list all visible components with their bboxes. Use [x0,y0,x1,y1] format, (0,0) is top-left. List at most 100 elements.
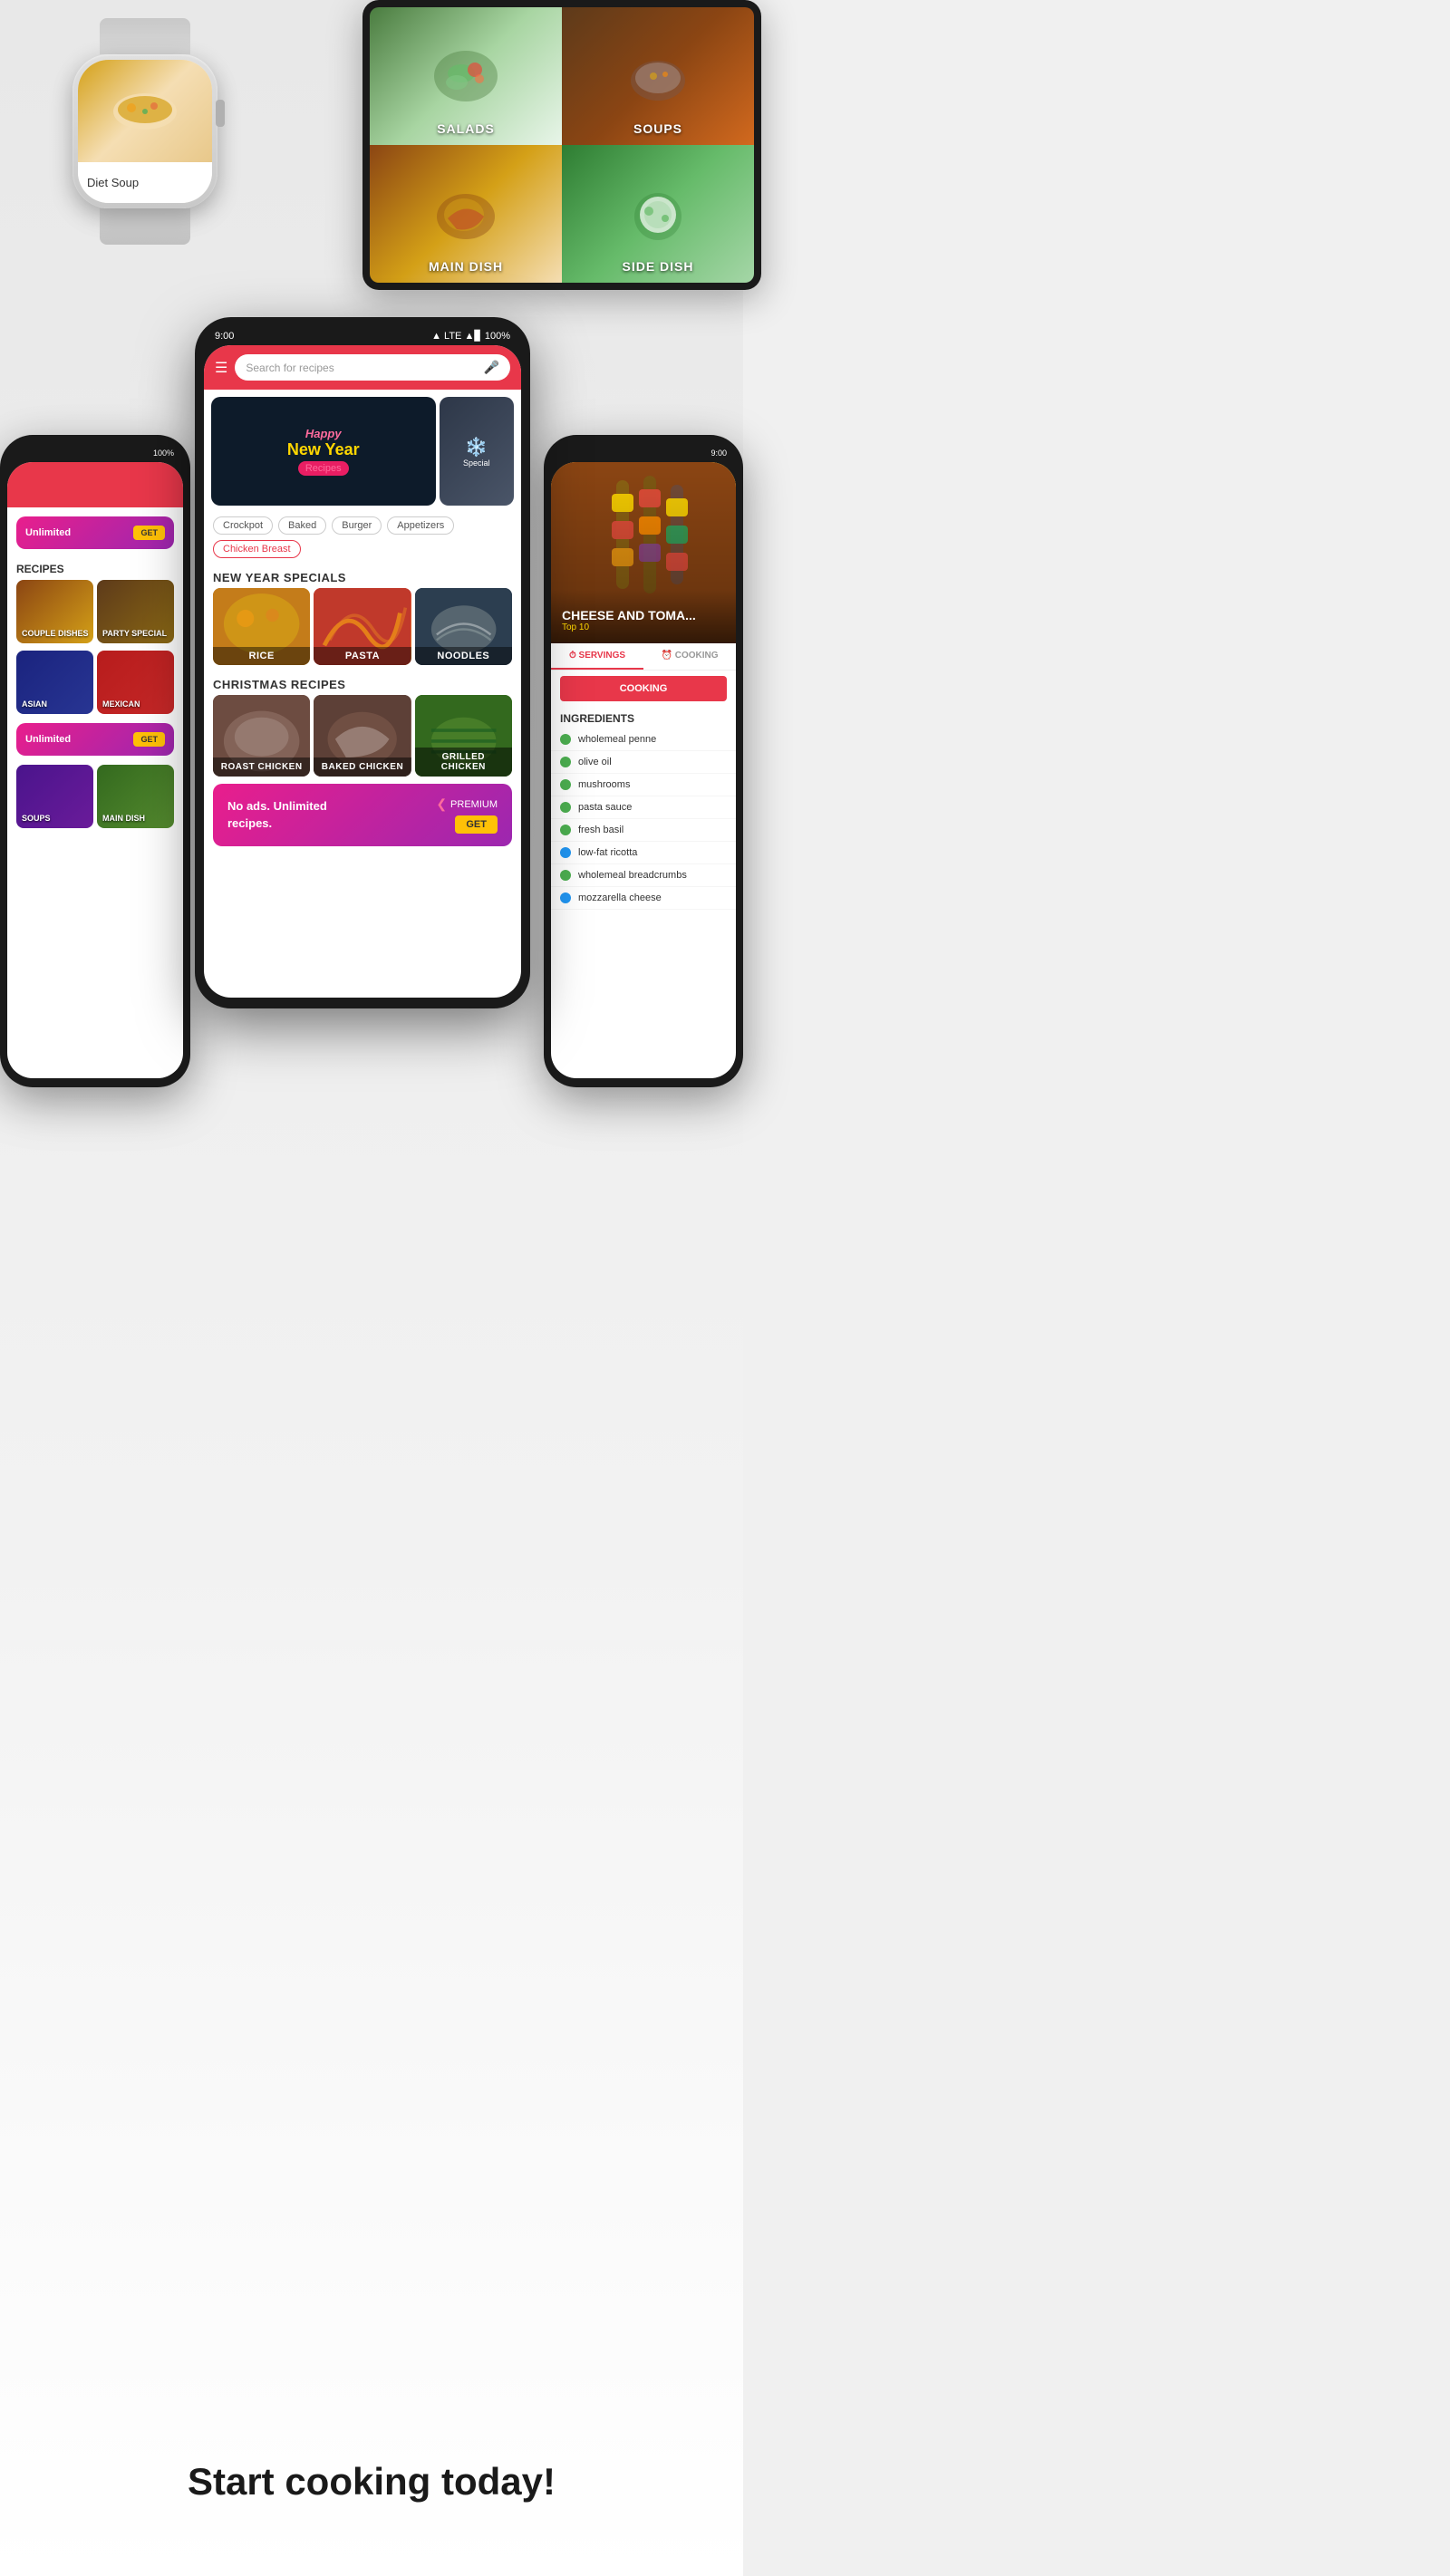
premium-banner-left: No ads. Unlimited recipes. [227,798,327,831]
left-phone-get-button[interactable]: GET [133,526,165,540]
tab-cooking-label: COOKING [675,651,719,661]
center-phone-status-bar: 9:00 ▲ LTE ▲▊ 100% [204,328,521,345]
watch-body: Diet Soup [72,54,218,208]
ingredient-check-mushrooms [560,779,571,790]
right-hero-overlay: CHEESE AND TOMA... Top 10 [551,590,736,643]
ingredient-mushrooms: mushrooms [551,774,736,796]
left-phone-cell-maindish[interactable]: MAIN DISH [97,765,174,828]
ingredient-wholemeal-breadcrumbs: wholemeal breadcrumbs [551,864,736,887]
right-hero-image: CHEESE AND TOMA... Top 10 [551,462,736,643]
premium-banner[interactable]: No ads. Unlimited recipes. ❮ PREMIUM GET [213,784,512,846]
left-phone-cell-soups-label: SOUPS [22,814,51,823]
tag-chicken-breast[interactable]: Chicken Breast [213,540,301,558]
watch-device: Diet Soup [27,0,263,290]
christmas-card-roast-label: ROAST CHICKEN [213,757,310,777]
ingredient-check-fresh-basil [560,825,571,835]
center-main-banner[interactable]: Happy New Year Recipes [211,397,436,506]
right-phone-status-bar: 9:00 [551,444,736,462]
tablet-cell-soups[interactable]: SOUPS [562,7,754,145]
left-phone-cell-asian[interactable]: ASIAN [16,651,93,714]
tags-row: Crockpot Baked Burger Appetizers Chicken… [204,509,521,565]
special-card-pasta[interactable]: PASTA [314,588,411,665]
left-phone-banner-2[interactable]: Unlimited GET [16,723,174,756]
microphone-icon[interactable]: 🎤 [484,360,499,375]
ingredient-pasta-sauce: pasta sauce [551,796,736,819]
tag-crockpot[interactable]: Crockpot [213,516,273,535]
tab-cooking[interactable]: ⏰ COOKING [643,643,736,670]
bottom-cta-text: Start cooking today! [0,2460,743,2504]
center-search-placeholder: Search for recipes [246,362,476,374]
special-card-rice[interactable]: RICE [213,588,310,665]
tablet-cell-maindish[interactable]: MAIN DISH [370,145,562,283]
ingredient-mozzarella-cheese: mozzarella cheese [551,887,736,910]
center-phone-time: 9:00 [215,331,234,342]
cooking-button[interactable]: COOKING [560,676,727,701]
specials-grid: RICE PASTA [204,588,521,672]
tag-appetizers[interactable]: Appetizers [387,516,454,535]
left-phone-banner-1[interactable]: Unlimited GET [16,516,174,549]
timer-icon: ⏰ [661,651,672,661]
left-phone-cell-soups[interactable]: SOUPS [16,765,93,828]
tablet-label-salads: SALADS [437,121,495,136]
tablet-cell-sidedish[interactable]: SIDE DISH [562,145,754,283]
tab-servings[interactable]: ⏱ SERVINGS [551,643,643,670]
christmas-card-baked[interactable]: BAKED CHICKEN [314,695,411,777]
left-phone-cell-asian-label: ASIAN [22,699,47,709]
ingredients-title: INGREDIENTS [551,707,736,728]
center-banner-row: Happy New Year Recipes ❄️ Special [204,390,521,509]
premium-text-line1: No ads. Unlimited [227,798,327,815]
center-phone-device: 9:00 ▲ LTE ▲▊ 100% ☰ Search for recipes … [195,317,530,1008]
tag-burger[interactable]: Burger [332,516,382,535]
left-phone-status-bar: 100% [7,444,183,462]
ingredient-label-pasta-sauce: pasta sauce [578,802,632,813]
center-phone-header: ☰ Search for recipes 🎤 [204,345,521,390]
left-phone-battery: 100% [153,449,174,458]
right-phone-screen: CHEESE AND TOMA... Top 10 ⏱ SERVINGS ⏰ C… [551,462,736,1078]
ingredient-check-low-fat-ricotta [560,847,571,858]
watch-crown [216,100,225,127]
left-phone-cell-couple-label: COUPLE DISHES [22,629,89,638]
special-card-noodles[interactable]: NOODLES [415,588,512,665]
right-hero-title: CHEESE AND TOMA... [562,608,725,622]
christmas-card-grilled-label: GRILLED CHICKEN [415,748,512,777]
tablet-cell-salads[interactable]: SALADS [370,7,562,145]
tablet-label-soups: SOUPS [633,121,682,136]
center-search-bar[interactable]: Search for recipes 🎤 [235,354,510,381]
premium-get-button[interactable]: GET [455,815,498,834]
right-hero-sub: Top 10 [562,622,725,632]
ingredient-low-fat-ricotta: low-fat ricotta [551,842,736,864]
ingredient-label-wholemeal-penne: wholemeal penne [578,734,656,745]
left-phone-get-button-2[interactable]: GET [133,732,165,747]
christmas-section-title: CHRISTMAS RECIPES [204,672,521,695]
ingredient-wholemeal-penne: wholemeal penne [551,728,736,751]
special-card-rice-label: RICE [213,647,310,665]
tablet-frame: SALADS SOUPS [362,0,761,290]
right-phone-frame: 9:00 [544,435,743,1087]
left-phone-cell-mexican-label: MEXICAN [102,699,140,709]
left-phone-grid-3: SOUPS MAIN DISH [7,765,183,828]
center-side-banner[interactable]: ❄️ Special [440,397,515,506]
tablet-screen: SALADS SOUPS [370,7,754,283]
tag-baked[interactable]: Baked [278,516,326,535]
left-phone-grid-2: ASIAN MEXICAN [7,651,183,714]
bottom-cta-section: Start cooking today! [0,2460,743,2504]
ingredient-fresh-basil: fresh basil [551,819,736,842]
christmas-card-roast[interactable]: ROAST CHICKEN [213,695,310,777]
christmas-card-baked-label: BAKED CHICKEN [314,757,411,777]
ingredient-olive-oil: olive oil [551,751,736,774]
right-phone-device: 9:00 [544,435,743,1087]
christmas-card-grilled[interactable]: GRILLED CHICKEN [415,695,512,777]
hamburger-menu-icon[interactable]: ☰ [215,359,227,377]
tablet-label-maindish: MAIN DISH [429,259,503,274]
left-phone-cell-couple[interactable]: COUPLE DISHES [16,580,93,643]
premium-text-line2: recipes. [227,815,327,832]
watch-band-top [100,18,190,54]
ingredient-label-mushrooms: mushrooms [578,779,630,790]
watch-screen: Diet Soup [78,60,212,203]
new-year-section-title: NEW YEAR SPECIALS [204,565,521,588]
special-card-pasta-label: PASTA [314,647,411,665]
left-phone-cell-mexican[interactable]: MEXICAN [97,651,174,714]
left-phone-cell-party[interactable]: PARTY SPECIAL [97,580,174,643]
left-phone-screen: Unlimited GET RECIPES COUPLE DISHES PART… [7,462,183,1078]
ingredient-label-mozzarella-cheese: mozzarella cheese [578,892,662,903]
